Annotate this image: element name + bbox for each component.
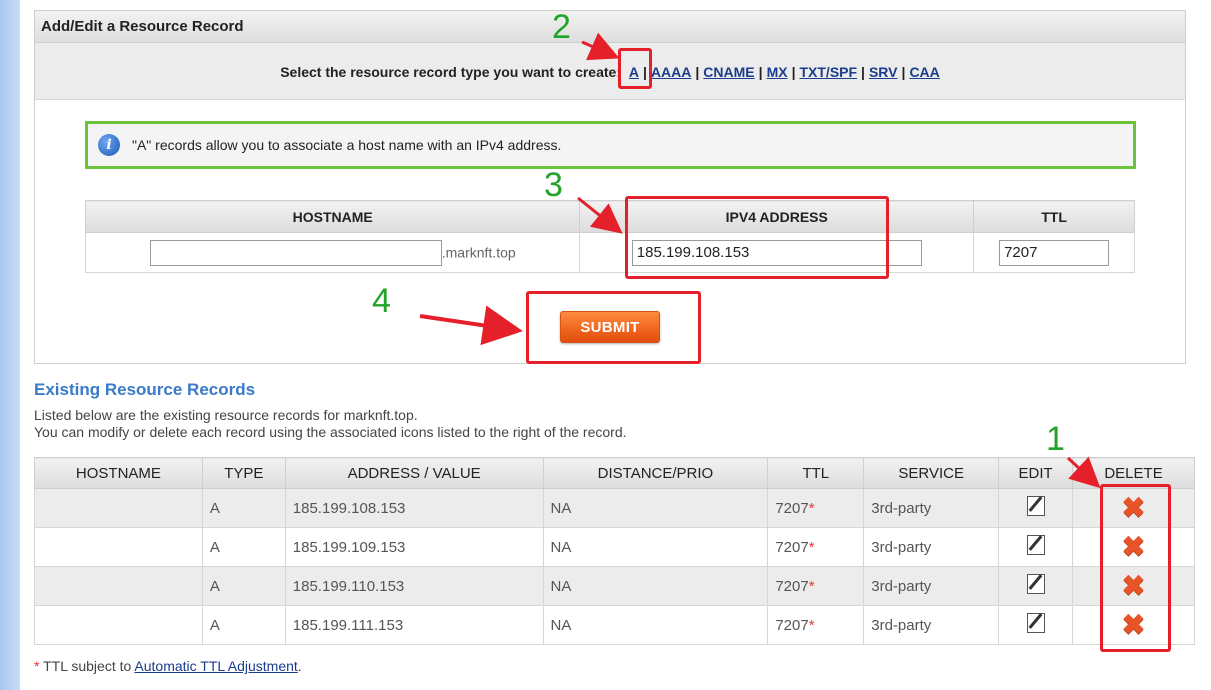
arrow-to-type-a xyxy=(581,32,620,61)
arrow-to-delete xyxy=(1066,456,1101,489)
annotation-arrows xyxy=(419,32,1101,489)
arrow-to-ipv4 xyxy=(577,196,623,234)
arrow-to-submit xyxy=(419,305,523,346)
